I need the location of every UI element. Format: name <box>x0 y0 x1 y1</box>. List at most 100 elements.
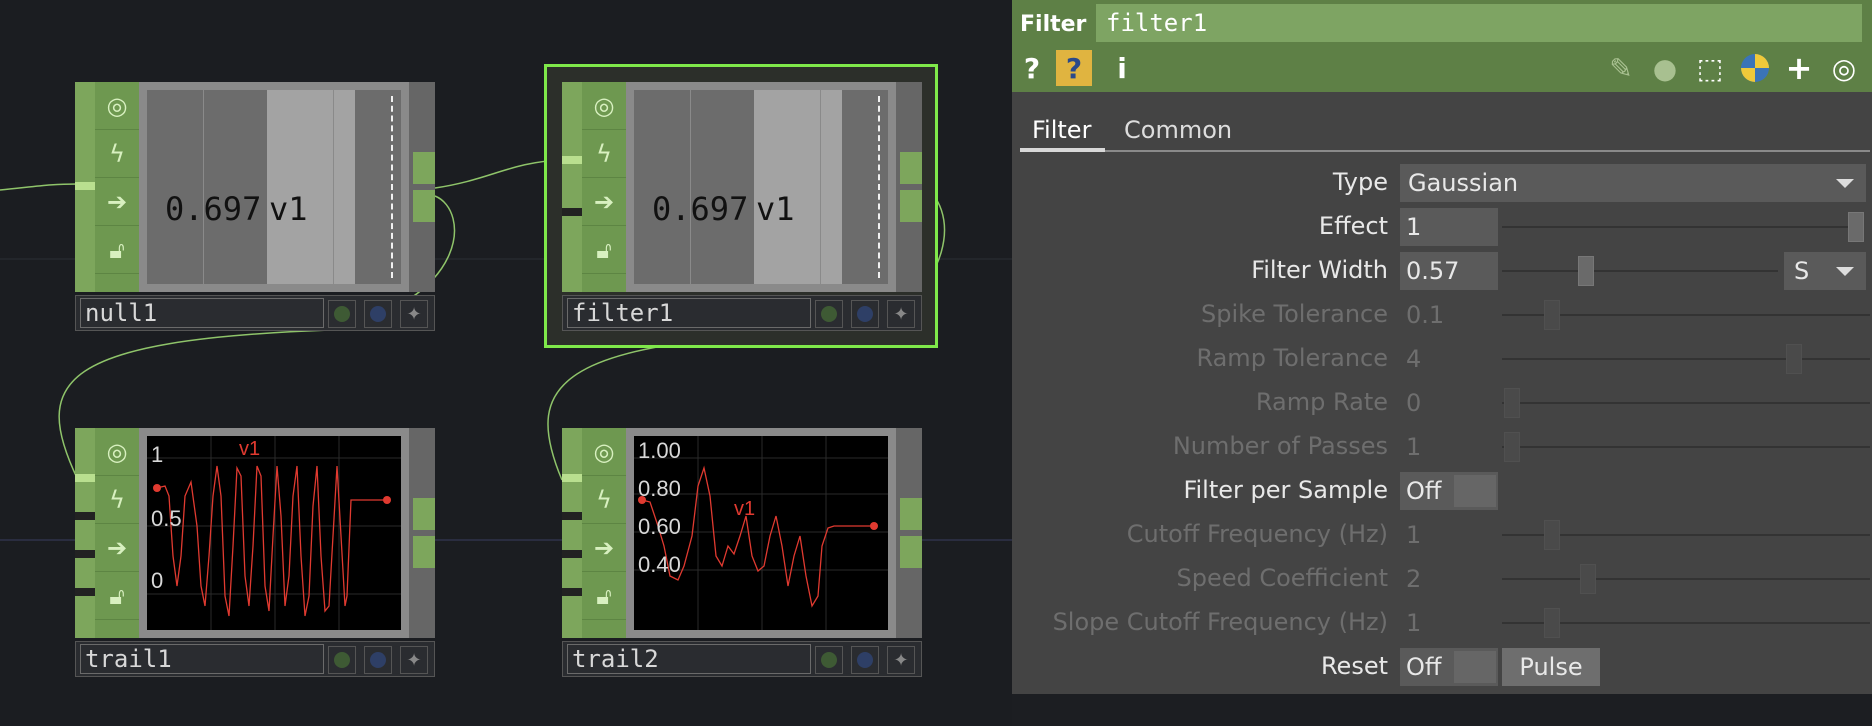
ramp-tolerance-field[interactable]: 4 <box>1400 340 1498 378</box>
type-menu[interactable]: Gaussian <box>1400 164 1866 202</box>
bypass-flag-icon[interactable] <box>815 300 843 328</box>
lock-icon[interactable]: 🔓︎ <box>95 226 139 274</box>
network-editor[interactable]: ◎ ϟ ➔ 🔓︎ 0.697 v1 null1 ✦ ◎ ϟ ➔ 🔓︎ 0.697… <box>0 0 1012 726</box>
node-filter1[interactable]: ◎ ϟ ➔ 🔓︎ 0.697 v1 filter1 ✦ <box>562 82 922 332</box>
lock-icon[interactable]: 🔓︎ <box>582 226 626 274</box>
node-name[interactable]: filter1 <box>567 298 811 328</box>
node-viewer[interactable]: 0.697 v1 <box>139 82 409 292</box>
input-connector[interactable] <box>75 428 95 638</box>
slider-handle[interactable] <box>1580 564 1596 594</box>
target-icon[interactable]: ◎ <box>1826 50 1862 86</box>
node-viewer[interactable]: 0.697 v1 <box>626 82 896 292</box>
param-reset: Reset Off Pulse <box>1012 646 1872 686</box>
pin-icon[interactable]: ✦ <box>400 300 428 328</box>
lock-icon[interactable]: 🔓︎ <box>95 572 139 620</box>
export-icon[interactable]: ➔ <box>95 178 139 226</box>
output-connector[interactable] <box>409 428 435 638</box>
ramp-rate-slider[interactable] <box>1502 402 1870 404</box>
slider-handle[interactable] <box>1786 344 1802 374</box>
node-name[interactable]: trail1 <box>80 644 324 674</box>
display-flag-icon[interactable] <box>851 646 879 674</box>
node-viewer[interactable]: 1.00 0.80 0.60 0.40 v1 <box>626 428 896 638</box>
effect-field[interactable]: 1 <box>1400 208 1498 246</box>
trail-graph <box>147 436 401 630</box>
ramp-tolerance-slider[interactable] <box>1502 358 1870 360</box>
cutoff-frequency-field[interactable]: 1 <box>1400 516 1498 554</box>
cook-icon[interactable]: ϟ <box>95 130 139 178</box>
export-icon[interactable]: ➔ <box>95 524 139 572</box>
pin-icon[interactable]: ✦ <box>887 300 915 328</box>
export-icon[interactable]: ➔ <box>582 178 626 226</box>
slider-handle[interactable] <box>1544 608 1560 638</box>
pin-icon[interactable]: ✦ <box>400 646 428 674</box>
node-name[interactable]: trail2 <box>567 644 811 674</box>
slider-handle[interactable] <box>1504 388 1520 418</box>
viewer-icon[interactable]: ◎ <box>582 428 626 476</box>
python-help-icon[interactable]: ? <box>1056 50 1092 86</box>
slider-handle[interactable] <box>1578 256 1594 286</box>
display-flag-icon[interactable] <box>851 300 879 328</box>
add-icon[interactable]: + <box>1782 49 1816 87</box>
tab-filter[interactable]: Filter <box>1032 116 1091 144</box>
slider-handle[interactable] <box>1544 300 1560 330</box>
speed-coefficient-field[interactable]: 2 <box>1400 560 1498 598</box>
tab-common[interactable]: Common <box>1124 116 1232 144</box>
cook-icon[interactable]: ϟ <box>95 476 139 524</box>
bypass-flag-icon[interactable] <box>328 646 356 674</box>
help-icon[interactable]: ? <box>1020 50 1044 86</box>
param-ramp-tolerance: Ramp Tolerance 4 <box>1012 338 1872 378</box>
node-null1[interactable]: ◎ ϟ ➔ 🔓︎ 0.697 v1 null1 ✦ <box>75 82 435 332</box>
slope-cutoff-field[interactable]: 1 <box>1400 604 1498 642</box>
bypass-flag-icon[interactable] <box>815 646 843 674</box>
input-connector[interactable] <box>75 82 95 292</box>
node-trail1[interactable]: ◎ ϟ ➔ 🔓︎ 1 0.5 0 v1 trail1 ✦ <box>75 428 435 678</box>
tick-label: 0.40 <box>638 552 681 577</box>
bypass-flag-icon[interactable] <box>328 300 356 328</box>
unit-menu[interactable]: S <box>1784 252 1866 290</box>
node-trail2[interactable]: ◎ ϟ ➔ 🔓︎ 1.00 0.80 0.60 0.40 v1 trail2 ✦ <box>562 428 922 678</box>
viewer-icon[interactable]: ◎ <box>95 82 139 130</box>
input-connector[interactable] <box>562 428 582 638</box>
number-of-passes-slider[interactable] <box>1502 446 1870 448</box>
filter-width-slider[interactable] <box>1502 270 1778 272</box>
info-icon[interactable]: i <box>1112 50 1132 86</box>
pin-icon[interactable]: ✦ <box>887 646 915 674</box>
filter-width-field[interactable]: 0.57 <box>1400 252 1498 290</box>
spike-tolerance-field[interactable]: 0.1 <box>1400 296 1498 334</box>
node-viewer[interactable]: 1 0.5 0 v1 <box>139 428 409 638</box>
param-label: Type <box>1332 168 1388 196</box>
output-connector[interactable] <box>409 82 435 292</box>
display-flag-icon[interactable] <box>364 646 392 674</box>
viewer-icon[interactable]: ◎ <box>582 82 626 130</box>
edit-icon[interactable]: ✎ <box>1606 50 1636 86</box>
python-icon[interactable] <box>1738 50 1772 86</box>
slider-handle[interactable] <box>1848 212 1864 242</box>
node-name[interactable]: null1 <box>80 298 324 328</box>
slider-handle[interactable] <box>1544 520 1560 550</box>
number-of-passes-field[interactable]: 1 <box>1400 428 1498 466</box>
param-speed-coefficient: Speed Coefficient 2 <box>1012 558 1872 598</box>
param-ramp-rate: Ramp Rate 0 <box>1012 382 1872 422</box>
filter-per-sample-toggle[interactable]: Off <box>1400 472 1498 510</box>
effect-slider[interactable] <box>1502 226 1860 228</box>
export-icon[interactable]: ➔ <box>582 524 626 572</box>
comment-icon[interactable]: ● <box>1648 50 1682 86</box>
input-connector[interactable] <box>562 82 582 292</box>
ramp-rate-field[interactable]: 0 <box>1400 384 1498 422</box>
param-label: Cutoff Frequency (Hz) <box>1126 520 1388 548</box>
speed-coefficient-slider[interactable] <box>1502 578 1870 580</box>
cook-icon[interactable]: ϟ <box>582 130 626 178</box>
slider-handle[interactable] <box>1504 432 1520 462</box>
pulse-button[interactable]: Pulse <box>1502 648 1600 686</box>
display-flag-icon[interactable] <box>364 300 392 328</box>
op-name-field[interactable]: filter1 <box>1096 4 1862 42</box>
output-connector[interactable] <box>896 82 922 292</box>
channel-name: v1 <box>239 438 261 460</box>
cook-icon[interactable]: ϟ <box>582 476 626 524</box>
clone-icon[interactable]: ⬚ <box>1694 50 1726 86</box>
toggle-label: Off <box>1406 653 1442 681</box>
viewer-icon[interactable]: ◎ <box>95 428 139 476</box>
output-connector[interactable] <box>896 428 922 638</box>
reset-toggle[interactable]: Off <box>1400 648 1498 686</box>
lock-icon[interactable]: 🔓︎ <box>582 572 626 620</box>
